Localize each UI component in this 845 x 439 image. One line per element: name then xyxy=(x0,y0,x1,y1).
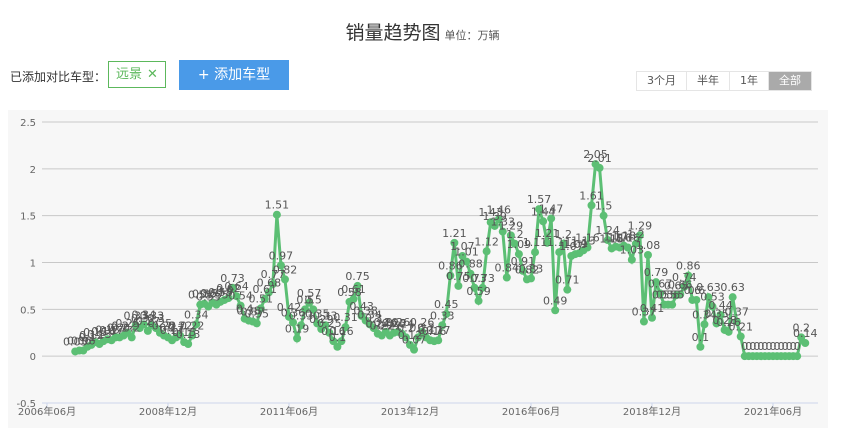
data-point xyxy=(272,210,281,219)
data-point xyxy=(700,320,709,329)
x-tick-label: 2011年06月 xyxy=(260,405,318,418)
data-label: 0.22 xyxy=(180,320,205,333)
data-point xyxy=(252,319,261,328)
y-tick-label: 1 xyxy=(30,259,36,270)
data-label: 1.08 xyxy=(636,239,661,252)
data-label: 0.74 xyxy=(672,271,697,284)
chart-panel: 2.5 2 1.5 1 0.5 0 -0.5 2006年06月 2008年12月 2011年06月… xyxy=(8,110,828,428)
data-label: 1.21 xyxy=(442,227,467,240)
range-1-year[interactable]: 1年 xyxy=(729,72,768,90)
data-point xyxy=(184,339,193,348)
data-point xyxy=(696,342,705,351)
y-tick-label: 2 xyxy=(30,165,36,176)
add-model-button[interactable]: + 添加车型 xyxy=(179,60,289,90)
data-point xyxy=(127,333,136,342)
data-point xyxy=(474,296,483,305)
data-label: 0.41 xyxy=(640,302,665,315)
data-label: 0.88 xyxy=(458,258,483,271)
data-label: 0.82 xyxy=(273,263,298,276)
y-tick-label: 0.5 xyxy=(20,305,36,316)
compare-label: 已添加对比车型： xyxy=(10,70,107,84)
data-label: 0.86 xyxy=(676,260,701,273)
data-label: 0.34 xyxy=(184,308,209,321)
data-label: 1.47 xyxy=(539,202,564,215)
data-label: 0.75 xyxy=(345,270,370,283)
data-label: 0.63 xyxy=(720,281,745,294)
range-half-year[interactable]: 半年 xyxy=(686,72,729,90)
data-point xyxy=(563,285,572,294)
x-tick-label: 2008年12月 xyxy=(139,405,197,418)
data-point xyxy=(801,339,810,348)
data-label: 0.33 xyxy=(430,309,455,322)
chart-title: 销量趋势图 单位：万辆 xyxy=(0,18,845,45)
data-point xyxy=(643,251,652,260)
data-point xyxy=(595,163,604,172)
data-point xyxy=(639,317,648,326)
data-point xyxy=(551,306,560,315)
data-point xyxy=(454,281,463,290)
x-tick-label: 2021年06月 xyxy=(744,405,802,418)
data-label: 0.17 xyxy=(426,324,451,337)
data-label: 0.21 xyxy=(728,320,753,333)
line-chart: 2.521.510.50-0.52006年06月 2008年12月 2011年06月… xyxy=(16,118,818,418)
data-point xyxy=(692,295,701,304)
data-label: 2.01 xyxy=(587,152,612,165)
data-point xyxy=(502,273,511,282)
unit-text: 单位：万辆 xyxy=(444,29,500,42)
x-tick-label: 2013年12月 xyxy=(381,405,439,418)
data-label: 0.5 xyxy=(304,293,322,306)
data-label: 1.29 xyxy=(628,219,653,232)
x-tick-label: 2006年06月 xyxy=(18,405,76,418)
data-point xyxy=(627,255,636,264)
data-point xyxy=(793,352,802,361)
data-label: 0.19 xyxy=(285,322,310,335)
data-label: 0 xyxy=(794,340,801,353)
data-point xyxy=(293,334,302,343)
data-label: 1.12 xyxy=(474,235,499,248)
data-point xyxy=(668,300,677,309)
data-label: 1.51 xyxy=(265,199,290,212)
data-label: 0.45 xyxy=(434,298,459,311)
data-label: 0.71 xyxy=(555,274,580,287)
data-label: 1.46 xyxy=(486,203,511,216)
close-icon[interactable]: ✕ xyxy=(147,67,158,82)
x-tick-label: 2016年06月 xyxy=(502,405,560,418)
data-label: 0.35 xyxy=(244,307,269,320)
data-label: 0.49 xyxy=(543,294,568,307)
range-3-months[interactable]: 3个月 xyxy=(637,72,686,90)
y-tick-label: 0 xyxy=(30,352,36,363)
data-label: 1.5 xyxy=(595,200,613,213)
y-tick-label: 2.5 xyxy=(20,118,36,129)
data-label: 0.1 xyxy=(692,331,710,344)
data-point xyxy=(599,211,608,220)
y-tick-label: 1.5 xyxy=(20,212,36,223)
data-label: 0.97 xyxy=(269,249,294,262)
data-label: 0.61 xyxy=(341,283,366,296)
x-tick-label: 2018年12月 xyxy=(623,405,681,418)
range-all[interactable]: 全部 xyxy=(768,72,811,90)
data-label: 0.14 xyxy=(793,327,818,340)
data-point xyxy=(410,345,419,354)
compare-tag-yuanjing[interactable]: 远景 ✕ xyxy=(108,61,166,88)
title-text: 销量趋势图 xyxy=(345,22,441,44)
range-selector: 3个月 半年 1年 全部 xyxy=(636,71,812,91)
data-label: 0.73 xyxy=(470,272,495,285)
data-point xyxy=(482,247,491,256)
tag-label: 远景 xyxy=(116,67,143,82)
data-point xyxy=(539,217,548,226)
data-label: 0.16 xyxy=(329,325,354,338)
data-label: 0.59 xyxy=(466,285,491,298)
data-label: 0.83 xyxy=(519,262,544,275)
data-label: 0.37 xyxy=(724,306,749,319)
